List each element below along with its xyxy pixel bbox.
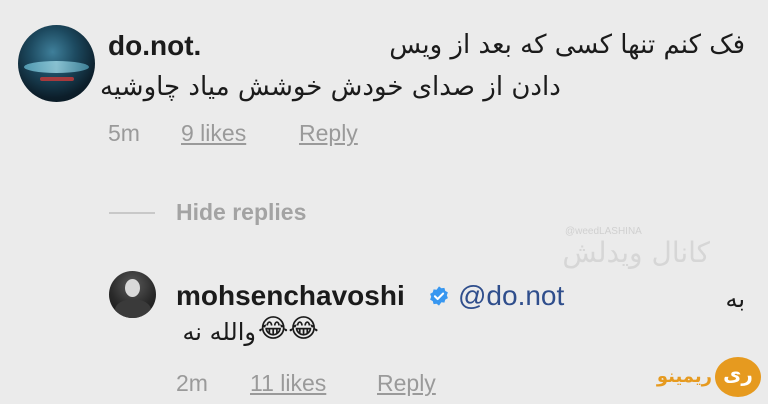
reply-username[interactable]: mohsenchavoshi — [176, 280, 405, 312]
comment-text-line-2: دادن از صدای خودش خوشش میاد چاوشیه — [100, 72, 561, 102]
brand-logo-text: ریمینو — [656, 366, 712, 387]
verified-badge-icon — [430, 286, 448, 306]
watermark-handle: @weedLASHINA — [565, 226, 642, 237]
comment-text-line-1: فک کنم تنها کسی که بعد از ویس — [389, 30, 745, 60]
hide-replies-button[interactable]: Hide replies — [176, 199, 306, 226]
reply-text-prefix: به — [725, 285, 745, 313]
watermark-text: کانال ویدلش — [562, 236, 710, 269]
brand-logo-icon: ری — [715, 357, 761, 397]
reply-emojis: 😂😂 — [258, 314, 319, 344]
avatar[interactable] — [18, 25, 95, 102]
reply-reply-button[interactable]: Reply — [377, 370, 436, 397]
comment-reply-button[interactable]: Reply — [299, 120, 358, 147]
reply-mention-link[interactable]: @do.not — [458, 280, 564, 312]
reply-likes-link[interactable]: 11 likes — [250, 370, 326, 397]
comment-username[interactable]: do.not. — [108, 30, 201, 62]
replies-divider — [109, 212, 155, 214]
reply-avatar[interactable] — [109, 271, 156, 318]
comment-likes-link[interactable]: 9 likes — [181, 120, 246, 147]
reply-text: والله نه — [182, 318, 256, 346]
reply-time: 2m — [176, 370, 208, 396]
comment-time: 5m — [108, 120, 140, 146]
